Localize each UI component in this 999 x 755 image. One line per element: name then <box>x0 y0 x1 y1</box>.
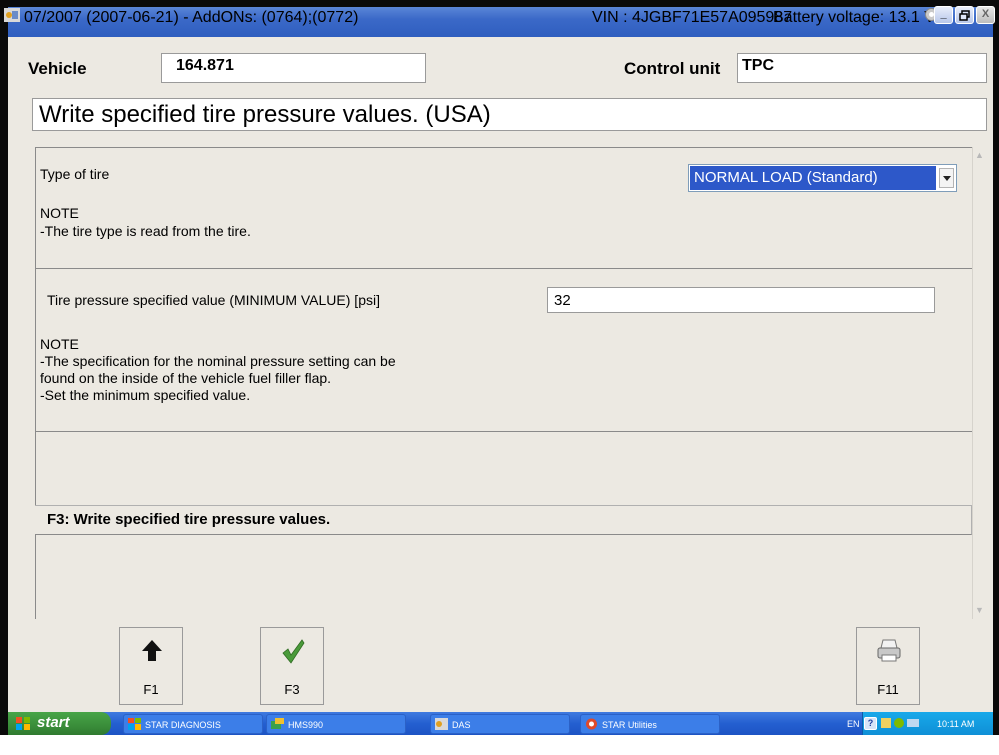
close-button[interactable]: X <box>976 6 995 24</box>
vin-readout: VIN : 4JGBF71E57A095987 <box>592 9 793 26</box>
start-label[interactable]: start <box>37 714 70 731</box>
note-line: found on the inside of the vehicle fuel … <box>40 370 332 386</box>
application-window: 07/2007 (2007-06-21) - AddONs: (0764);(0… <box>0 0 999 755</box>
screen-border-left <box>0 0 8 755</box>
screen-margin-bottom <box>0 735 999 755</box>
chevron-down-icon[interactable] <box>939 168 954 188</box>
vehicle-label: Vehicle <box>28 59 87 78</box>
screen-border-right <box>993 0 999 755</box>
star-diagnosis-icon <box>128 718 141 730</box>
f1-button[interactable]: F1 <box>119 627 183 705</box>
minimize-button[interactable]: _ <box>934 6 953 24</box>
battery-voltage: Battery voltage: 13.1 V <box>773 9 935 26</box>
printer-icon <box>877 639 901 662</box>
tire-pressure-input[interactable]: 32 <box>547 287 935 313</box>
tire-type-selected-value[interactable]: NORMAL LOAD (Standard) <box>690 166 936 190</box>
taskbar-item-label: HMS990 <box>288 720 324 730</box>
note-title: NOTE <box>40 205 79 221</box>
taskbar-item-das[interactable]: DAS <box>430 714 570 734</box>
taskbar-item-label: DAS <box>452 720 471 730</box>
vertical-scrollbar[interactable] <box>972 147 988 619</box>
window-title: 07/2007 (2007-06-21) - AddONs: (0764);(0… <box>24 9 359 26</box>
control-unit-field: TPC <box>737 53 987 83</box>
f3-button[interactable]: F3 <box>260 627 324 705</box>
app-logo-icon <box>4 8 20 22</box>
checkmark-icon <box>282 639 305 664</box>
restore-button[interactable] <box>955 6 974 24</box>
tire-pressure-label: Tire pressure specified value (MINIMUM V… <box>47 292 380 308</box>
star-utilities-icon <box>586 718 597 730</box>
restore-icon <box>959 10 970 21</box>
up-arrow-icon <box>142 640 162 661</box>
note-line: -The specification for the nominal press… <box>40 353 396 369</box>
windows-flag-icon <box>16 717 30 730</box>
tire-type-label: Type of tire <box>40 166 110 182</box>
f1-label: F1 <box>143 682 159 697</box>
note-text: -The tire type is read from the tire. <box>40 223 251 239</box>
control-unit-label: Control unit <box>624 59 721 78</box>
scroll-down-icon[interactable]: ▼ <box>975 605 985 615</box>
f11-label: F11 <box>877 682 899 697</box>
hms990-icon <box>271 718 284 729</box>
taskbar-item-star-diagnosis[interactable]: STAR DIAGNOSIS <box>123 714 263 734</box>
vehicle-field: 164.871 <box>161 53 426 83</box>
scroll-up-icon[interactable]: ▲ <box>975 150 985 160</box>
page-title: Write specified tire pressure values. (U… <box>32 98 987 131</box>
screen-border-top <box>0 0 999 7</box>
clock: 10:11 AM <box>937 719 975 729</box>
taskbar-item-hms990[interactable]: HMS990 <box>266 714 406 734</box>
taskbar-item-star-utilities[interactable]: STAR Utilities <box>580 714 720 734</box>
f3-hint-text: F3: Write specified tire pressure values… <box>47 511 331 528</box>
note-line: -Set the minimum specified value. <box>40 387 251 403</box>
f3-label: F3 <box>284 682 300 697</box>
tire-type-select[interactable]: NORMAL LOAD (Standard) <box>688 164 957 192</box>
tray-icons[interactable] <box>867 716 921 730</box>
f11-button[interactable]: F11 <box>856 627 920 705</box>
taskbar-item-label: STAR DIAGNOSIS <box>145 720 221 730</box>
language-indicator[interactable]: EN <box>847 719 860 729</box>
note-title: NOTE <box>40 336 79 352</box>
das-icon <box>435 718 448 730</box>
taskbar-item-label: STAR Utilities <box>602 720 657 730</box>
